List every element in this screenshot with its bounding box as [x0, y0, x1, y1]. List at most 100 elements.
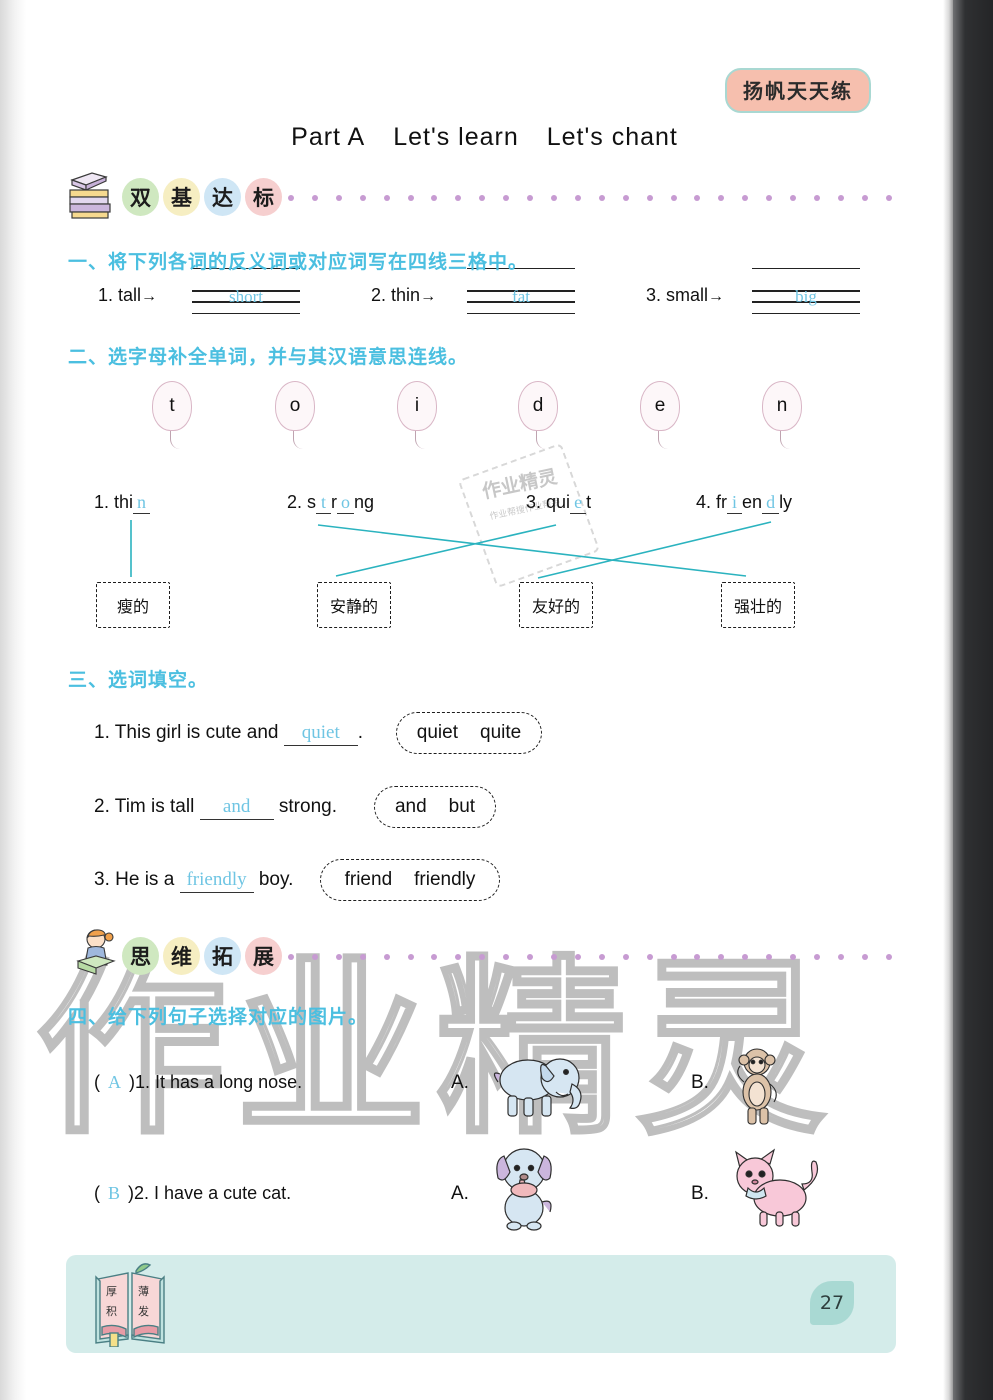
meaning-box-2[interactable]: 安静的 [317, 582, 391, 628]
ex1-word: thin [391, 285, 421, 305]
monkey-image[interactable] [724, 1046, 794, 1128]
ex3-answer-3: friendly [179, 869, 254, 893]
ex3-option[interactable]: friend [345, 869, 393, 891]
exercise1-heading: 一、将下列各词的反义词或对应词写在四线三格中。 [68, 251, 529, 273]
ex4-option-b-label-2[interactable]: B. [691, 1183, 709, 1205]
pink-cat-image[interactable] [724, 1146, 828, 1228]
balloon-letter-text: o [275, 381, 315, 431]
ex2-fill-letter: n [133, 492, 151, 514]
ex3-options-1[interactable]: quiet quite [396, 712, 542, 754]
part-label: Part A [291, 123, 366, 151]
exercise4-heading: 四、给下列句子选择对应的图片。 [68, 1006, 369, 1028]
footer-motto-char: 发 [138, 1304, 149, 1318]
ex3-sentence-1[interactable]: 1. This girl is cute and quiet. [94, 722, 363, 746]
ex2-fill-letter: i [727, 492, 743, 514]
ex3-text-after: strong. [278, 796, 337, 817]
balloon-letter-2[interactable]: o [275, 381, 321, 451]
ex1-num: 1. [98, 285, 114, 305]
meaning-box-1[interactable]: 瘦的 [96, 582, 170, 628]
ex4-answer-2: B [108, 1183, 121, 1203]
ex4-sentence: I have a cute cat. [154, 1183, 292, 1203]
ex1-word: small [666, 285, 709, 305]
ex2-word-post: ng [354, 492, 375, 512]
section-badge-char: 拓 [204, 937, 241, 975]
scan-left-edge [0, 0, 26, 1400]
exercise2-heading: 二、选字母补全单词，并与其汉语意思连线。 [68, 346, 469, 368]
ex3-option[interactable]: quiet [417, 722, 458, 744]
section-badge-group: 双 基 达 标 [122, 178, 282, 216]
balloon-letter-6[interactable]: n [762, 381, 808, 451]
balloon-letter-text: d [518, 381, 558, 431]
ex3-option[interactable]: but [449, 796, 475, 818]
open-book-icon: 厚 薄 积 发 [95, 1263, 165, 1347]
book-stack-icon [69, 172, 111, 219]
section-header-shuangji: 双 基 达 标 [66, 172, 896, 219]
section-badge-char: 维 [163, 937, 200, 975]
section-badge-char: 展 [245, 937, 282, 975]
section-badge-char: 基 [163, 178, 200, 216]
balloon-letter-5[interactable]: e [640, 381, 686, 451]
ex3-answer-1: quiet [283, 722, 358, 746]
ex2-num: 3. [526, 492, 542, 512]
arrow-icon: → [420, 288, 437, 305]
page-title: Part A Let's learn Let's chant [26, 123, 943, 152]
ex3-option[interactable]: quite [480, 722, 521, 744]
ex4-num: 1. [135, 1072, 151, 1092]
balloon-letter-4[interactable]: d [518, 381, 564, 451]
ex4-item-2[interactable]: (B)2. I have a cute cat. [94, 1183, 291, 1204]
section-header-siwei: 思 维 拓 展 [66, 929, 896, 977]
ex2-fill-letter: o [337, 492, 355, 514]
arrow-icon: → [708, 288, 725, 305]
section-dot-rule [288, 195, 892, 201]
ex3-sentence-3[interactable]: 3. He is a friendly boy. [94, 869, 293, 893]
girl-reading-icon [76, 929, 116, 975]
match-line-3 [335, 524, 557, 577]
ex3-text-before: This girl is cute and [114, 722, 279, 743]
ex2-word-1[interactable]: 1. thi n [94, 492, 151, 514]
section-badge-char: 标 [245, 178, 282, 216]
ex4-option-a-label-1[interactable]: A. [451, 1072, 469, 1094]
ex2-num: 4. [696, 492, 712, 512]
meaning-box-4[interactable]: 强壮的 [721, 582, 795, 628]
ex2-word-4[interactable]: 4. fr i en d ly [696, 492, 792, 514]
meaning-box-3[interactable]: 友好的 [519, 582, 593, 628]
section-dot-rule [288, 954, 892, 960]
balloon-letter-text: e [640, 381, 680, 431]
footer-motto-char: 积 [106, 1305, 117, 1318]
ex4-option-a-label-2[interactable]: A. [451, 1183, 469, 1205]
ex2-word-prefix: fr [716, 492, 728, 512]
ex1-item-2-prompt: 2. thin→ [371, 285, 436, 306]
balloon-letter-1[interactable]: t [152, 381, 198, 451]
brand-badge: 扬帆天天练 [725, 68, 871, 113]
ex3-option[interactable]: and [395, 796, 427, 818]
ex3-options-2[interactable]: and but [374, 786, 496, 828]
page-footer: 厚 薄 积 发 27 [66, 1255, 896, 1353]
ex3-num: 2. [94, 796, 110, 817]
ex3-sentence-2[interactable]: 2. Tim is tall and strong. [94, 796, 337, 820]
ex1-num: 2. [371, 285, 387, 305]
match-line-4 [537, 521, 772, 579]
ex4-option-b-label-1[interactable]: B. [691, 1072, 709, 1094]
balloon-letter-3[interactable]: i [397, 381, 443, 451]
dog-image[interactable] [484, 1140, 564, 1232]
balloon-letter-text: i [397, 381, 437, 431]
ex1-word: tall [118, 285, 142, 305]
balloon-letter-text: n [762, 381, 802, 431]
section-badge-char: 双 [122, 178, 159, 216]
ex3-text-before: He is a [115, 869, 175, 890]
arrow-icon: → [141, 288, 158, 305]
ex3-options-3[interactable]: friend friendly [320, 859, 500, 901]
exercise3-heading: 三、选词填空。 [68, 669, 209, 691]
elephant-image[interactable] [484, 1046, 594, 1122]
ex3-option[interactable]: friendly [414, 869, 475, 891]
ex2-word-3[interactable]: 3. qui e t [526, 492, 591, 514]
ex4-item-1[interactable]: (A)1. It has a long nose. [94, 1072, 302, 1093]
ex2-word-post: ly [779, 492, 793, 512]
ex3-num: 1. [94, 722, 110, 743]
ex2-word-2[interactable]: 2. s t r o ng [287, 492, 374, 514]
ex4-sentence: It has a long nose. [155, 1072, 303, 1092]
section-badge-char: 思 [122, 937, 159, 975]
section-badge-char: 达 [204, 178, 241, 216]
section-lets-learn: Let's learn [393, 123, 519, 151]
workbook-page: 作业精灵 作业精灵 作业帮搜作业帮手 扬帆天天练 Part A Let's le… [26, 0, 943, 1400]
